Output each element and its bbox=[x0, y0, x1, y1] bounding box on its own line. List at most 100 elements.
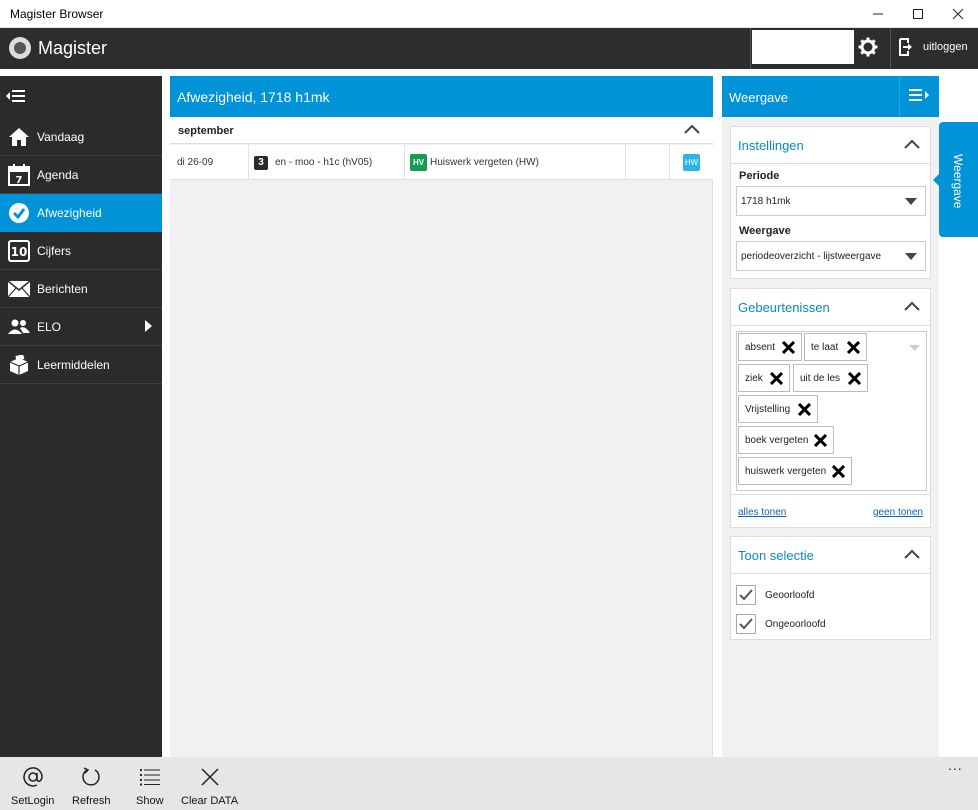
window-title: Magister Browser bbox=[10, 7, 104, 21]
at-sign-icon bbox=[23, 767, 43, 787]
dropdown-arrow-icon bbox=[905, 253, 917, 260]
panel-header: Weergave bbox=[722, 76, 939, 117]
checkbox-geoorloofd[interactable]: Geoorloofd bbox=[736, 584, 814, 606]
maximize-icon bbox=[913, 9, 923, 19]
event-tag[interactable]: boek vergeten bbox=[738, 426, 834, 454]
bottom-app-bar: SetLogin Refresh Show Clear DATA bbox=[0, 757, 978, 810]
weergave-side-tab[interactable]: Weergave bbox=[933, 122, 978, 237]
sidebar-item-vandaag[interactable]: Vandaag bbox=[0, 118, 162, 156]
svg-text:10: 10 bbox=[10, 245, 27, 259]
dropdown-arrow-icon bbox=[905, 198, 917, 205]
sidebar-item-leermiddelen[interactable]: Leermiddelen bbox=[0, 346, 162, 384]
remove-icon[interactable] bbox=[770, 372, 783, 385]
magister-logo-icon bbox=[9, 37, 31, 59]
chevron-up-icon[interactable] bbox=[904, 300, 920, 312]
sidebar-item-label: Cijfers bbox=[37, 243, 72, 258]
chevron-up-icon[interactable] bbox=[904, 548, 920, 560]
sidebar-item-cijfers[interactable]: 10 Cijfers bbox=[0, 232, 162, 270]
logout-icon bbox=[899, 38, 912, 56]
users-icon bbox=[7, 319, 30, 334]
dropdown-arrow-icon[interactable] bbox=[909, 345, 920, 351]
sidebar-item-label: Berichten bbox=[37, 281, 88, 296]
chevron-up-icon[interactable] bbox=[904, 138, 920, 150]
sidebar-item-label: Agenda bbox=[37, 167, 79, 182]
refresh-button[interactable]: Refresh bbox=[72, 765, 111, 807]
event-tag[interactable]: Vrijstelling bbox=[738, 395, 818, 423]
row-lesson: en - moo - h1c (hV05) bbox=[275, 157, 373, 168]
app-title: Magister bbox=[38, 38, 108, 58]
event-tag[interactable]: absent bbox=[738, 333, 802, 361]
checkbox-label: Geoorloofd bbox=[765, 589, 815, 601]
absence-list-panel: Afwezigheid, 1718 h1mk september di 26-0… bbox=[170, 76, 713, 757]
calendar-icon: 7 bbox=[7, 163, 30, 186]
event-tag[interactable]: uit de les bbox=[793, 364, 868, 392]
sidebar-item-agenda[interactable]: 7 Agenda bbox=[0, 156, 162, 194]
minimize-icon bbox=[873, 13, 883, 15]
search-input[interactable] bbox=[752, 30, 854, 64]
logout-label: uitloggen bbox=[923, 41, 968, 53]
refresh-icon bbox=[82, 767, 100, 786]
card-title: Instellingen bbox=[738, 138, 804, 153]
selection-card: Toon selectie Geoorloofd Ongeoorloofd bbox=[730, 536, 931, 640]
sidebar: Vandaag 7 Agenda Afwezigheid 10 Cijfers … bbox=[0, 76, 162, 757]
collapse-panel-icon[interactable] bbox=[909, 89, 929, 101]
card-title: Gebeurtenissen bbox=[738, 300, 830, 315]
view-select[interactable]: periodeoverzicht - lijstweergave bbox=[736, 241, 926, 271]
menu-collapse-icon bbox=[6, 90, 25, 102]
remove-icon[interactable] bbox=[814, 434, 827, 447]
svg-text:7: 7 bbox=[15, 175, 22, 186]
window-titlebar: Magister Browser bbox=[0, 0, 978, 28]
checkbox-ongeoorloofd[interactable]: Ongeoorloofd bbox=[736, 613, 826, 635]
view-label: Weergave bbox=[739, 225, 791, 237]
sidebar-item-afwezigheid[interactable]: Afwezigheid bbox=[0, 194, 162, 232]
collapse-menu-button[interactable] bbox=[0, 76, 162, 118]
panel-title: Weergave bbox=[729, 90, 789, 105]
remove-icon[interactable] bbox=[847, 341, 860, 354]
chevron-up-icon[interactable] bbox=[684, 123, 700, 135]
settings-button[interactable] bbox=[856, 35, 880, 59]
month-group-header[interactable]: september bbox=[170, 117, 713, 144]
sidebar-item-label: Vandaag bbox=[37, 129, 85, 144]
close-icon bbox=[952, 8, 964, 20]
event-filter-tags[interactable]: absent te laat ziek uit de les Vrijstell… bbox=[736, 331, 927, 491]
sidebar-item-label: ELO bbox=[37, 319, 62, 334]
sidebar-item-elo[interactable]: ELO bbox=[0, 308, 162, 346]
show-none-link[interactable]: geen tonen bbox=[873, 507, 923, 518]
period-select[interactable]: 1718 h1mk bbox=[736, 186, 926, 216]
events-card: Gebeurtenissen absent te laat ziek uit d… bbox=[730, 288, 931, 528]
sidebar-item-berichten[interactable]: Berichten bbox=[0, 270, 162, 308]
remove-icon[interactable] bbox=[782, 341, 795, 354]
page-title: Afwezigheid, 1718 h1mk bbox=[170, 76, 713, 117]
event-tag[interactable]: te laat bbox=[804, 333, 867, 361]
side-tab-label: Weergave bbox=[951, 154, 965, 209]
sidebar-item-label: Afwezigheid bbox=[37, 205, 102, 220]
event-tag[interactable]: ziek bbox=[738, 364, 790, 392]
show-button[interactable]: Show bbox=[136, 765, 164, 807]
clear-data-button[interactable]: Clear DATA bbox=[181, 765, 238, 807]
more-options-button[interactable]: ... bbox=[948, 757, 963, 773]
app-header: Magister uitloggen bbox=[0, 28, 978, 69]
status-badge: HW bbox=[683, 154, 700, 171]
home-icon bbox=[8, 127, 29, 146]
table-row[interactable]: di 26-09 3 en - moo - h1c (hV05) HV Huis… bbox=[170, 145, 713, 180]
view-settings-panel: Weergave Instellingen Periode 1718 h1mk … bbox=[722, 76, 939, 757]
checkmark-icon bbox=[739, 589, 753, 601]
check-circle-icon bbox=[8, 202, 29, 223]
period-label: Periode bbox=[739, 170, 780, 182]
remove-icon[interactable] bbox=[798, 403, 811, 416]
remove-icon[interactable] bbox=[848, 372, 861, 385]
close-icon bbox=[200, 768, 219, 786]
remove-icon[interactable] bbox=[832, 465, 845, 478]
month-label: september bbox=[178, 125, 234, 137]
setlogin-button[interactable]: SetLogin bbox=[11, 765, 54, 807]
close-button[interactable] bbox=[935, 0, 978, 28]
checkbox-label: Ongeoorloofd bbox=[765, 618, 826, 630]
row-event: Huiswerk vergeten (HW) bbox=[430, 157, 539, 168]
event-code-badge: HV bbox=[410, 154, 427, 171]
row-date: di 26-09 bbox=[170, 145, 249, 180]
show-all-link[interactable]: alles tonen bbox=[738, 507, 786, 518]
checkmark-icon bbox=[739, 618, 753, 630]
event-tag[interactable]: huiswerk vergeten bbox=[738, 457, 852, 485]
logout-button[interactable]: uitloggen bbox=[898, 38, 968, 56]
list-icon bbox=[139, 769, 160, 786]
